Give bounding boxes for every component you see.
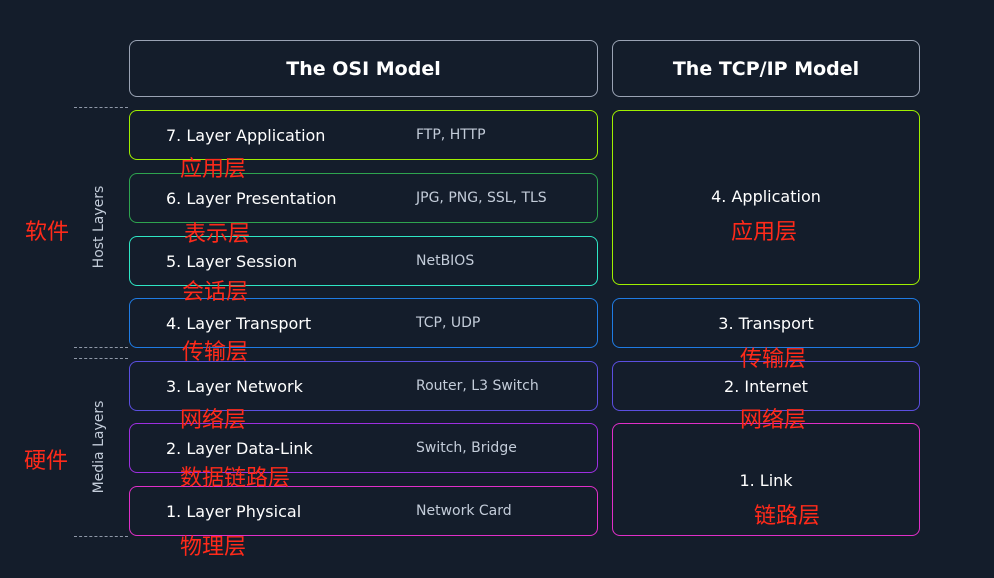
osi-layer-2-cn-label: 数据链路层 <box>180 466 291 491</box>
osi-layer-7-cn-label: 应用层 <box>180 157 247 182</box>
osi-layer-4-protocols: TCP, UDP <box>416 315 481 331</box>
osi-layer-1-cn-label: 物理层 <box>180 535 247 560</box>
host-layers-top-divider <box>74 107 128 108</box>
osi-model-title: The OSI Model <box>286 57 441 80</box>
tcp-layer-link-cn-label: 链路层 <box>754 504 821 529</box>
osi-layer-6-protocols: JPG, PNG, SSL, TLS <box>416 190 547 206</box>
osi-layer-7-name: 7. Layer Application <box>166 126 326 145</box>
tcp-layer-application: 4. Application <box>612 110 920 285</box>
osi-layer-5-cn-label: 会话层 <box>182 280 249 305</box>
osi-layer-3-name: 3. Layer Network <box>166 377 303 396</box>
media-layers-bottom-divider <box>74 536 128 537</box>
host-layers-bottom-divider <box>74 347 128 348</box>
osi-layer-3-cn-label: 网络层 <box>180 408 247 433</box>
osi-model-header: The OSI Model <box>129 40 598 97</box>
media-layers-top-divider <box>74 358 128 359</box>
tcp-layer-application-cn-label: 应用层 <box>731 220 798 245</box>
osi-layer-6-name: 6. Layer Presentation <box>166 189 337 208</box>
osi-layer-5-name: 5. Layer Session <box>166 252 298 271</box>
osi-layer-7-protocols: FTP, HTTP <box>416 127 486 143</box>
osi-layer-1-protocols: Network Card <box>416 503 512 519</box>
osi-layer-1-name: 1. Layer Physical <box>166 502 302 521</box>
tcp-model-title: The TCP/IP Model <box>672 57 860 80</box>
osi-layer-4-name: 4. Layer Transport <box>166 314 312 333</box>
tcp-model-header: The TCP/IP Model <box>612 40 920 97</box>
tcp-layer-internet-cn-label: 网络层 <box>740 408 807 433</box>
osi-layer-2-name: 2. Layer Data-Link <box>166 439 313 458</box>
media-layers-label: Media Layers <box>91 400 107 494</box>
host-layers-label: Host Layers <box>91 185 107 269</box>
osi-layer-2-protocols: Switch, Bridge <box>416 440 517 456</box>
osi-layer-4-cn-label: 传输层 <box>182 340 249 365</box>
osi-layer-3-protocols: Router, L3 Switch <box>416 378 539 394</box>
media-layers-cn-label: 硬件 <box>24 449 69 474</box>
tcp-layer-transport-name: 3. Transport <box>718 314 814 333</box>
host-layers-cn-label: 软件 <box>25 220 70 245</box>
tcp-layer-transport-cn-label: 传输层 <box>740 347 807 372</box>
osi-layer-5-protocols: NetBIOS <box>416 253 475 269</box>
tcp-layer-link-name: 1. Link <box>739 471 793 490</box>
tcp-layer-application-name: 4. Application <box>711 187 821 206</box>
tcp-layer-internet-name: 2. Internet <box>724 377 808 396</box>
osi-layer-6-cn-label: 表示层 <box>184 222 251 247</box>
